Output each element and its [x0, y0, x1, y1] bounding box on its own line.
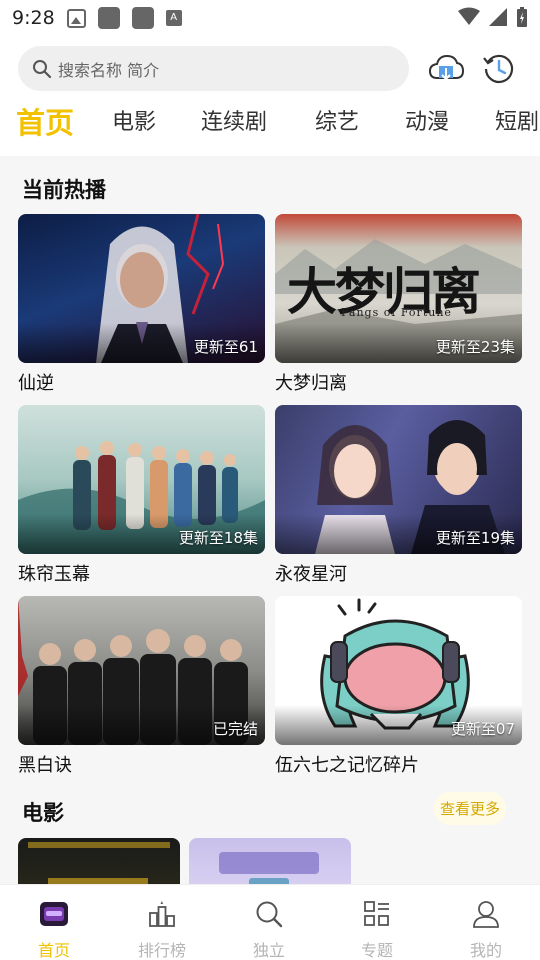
- video-card[interactable]: 大梦归离 Fangs of Fortune 更新至23集 大梦归离: [275, 214, 522, 395]
- movie-poster: [219, 852, 319, 884]
- nav-label: 专题: [360, 941, 393, 960]
- app-notification-icon-2: [131, 7, 154, 29]
- gallery-notification-icon: [66, 8, 86, 28]
- video-card[interactable]: 更新至18集 珠帘玉幕: [18, 405, 265, 586]
- app-notification-icon: [97, 7, 120, 29]
- search-icon: [33, 59, 52, 78]
- episode-badge: 更新至61: [193, 338, 258, 356]
- app-logo-icon: [40, 902, 68, 926]
- category-tabs: 首页 电影 连续剧 综艺 动漫 短剧: [0, 96, 540, 148]
- nav-mine[interactable]: 我的: [446, 899, 526, 960]
- status-time: 9:28: [12, 7, 55, 29]
- episode-badge: 更新至18集: [178, 529, 258, 547]
- user-icon: [473, 901, 499, 928]
- video-title: 永夜星河: [275, 564, 347, 585]
- wifi-icon: [458, 7, 480, 25]
- nav-topics[interactable]: 专题: [337, 899, 417, 960]
- movie-poster: [28, 842, 170, 884]
- ranking-icon: [149, 901, 175, 927]
- section-title-hot: 当前热播: [22, 178, 106, 202]
- video-title: 黑白诀: [18, 755, 72, 776]
- episode-badge: 更新至07: [450, 720, 515, 738]
- episode-badge: 更新至23集: [435, 338, 515, 356]
- status-badge: 已完结: [212, 720, 258, 738]
- tab-short-drama[interactable]: 短剧: [495, 104, 539, 136]
- movie-card[interactable]: [189, 838, 351, 884]
- video-poster: 大梦归离 Fangs of Fortune 更新至23集: [275, 214, 522, 363]
- video-poster: 更新至61: [18, 214, 265, 363]
- bottom-navigation: 首页 排行榜 独立 专题 我的: [0, 884, 540, 960]
- nav-ranking[interactable]: 排行榜: [122, 899, 202, 960]
- nav-label: 排行榜: [137, 941, 186, 960]
- search-icon: [256, 901, 283, 928]
- video-title: 珠帘玉幕: [18, 564, 90, 585]
- nav-label: 独立: [252, 941, 285, 960]
- search-placeholder: 搜索名称 简介: [58, 60, 160, 80]
- tab-home[interactable]: 首页: [16, 100, 74, 142]
- video-card[interactable]: 更新至07 伍六七之记忆碎片: [275, 596, 522, 777]
- video-poster: 更新至18集: [18, 405, 265, 554]
- tab-movie[interactable]: 电影: [112, 104, 156, 136]
- video-card[interactable]: 更新至61 仙逆: [18, 214, 265, 395]
- video-poster: 更新至07: [275, 596, 522, 745]
- video-title: 伍六七之记忆碎片: [275, 755, 419, 776]
- cloud-download-icon[interactable]: [428, 52, 464, 86]
- nav-label: 我的: [469, 941, 502, 960]
- video-title: 仙逆: [18, 373, 54, 394]
- video-card[interactable]: 已完结 黑白诀: [18, 596, 265, 777]
- video-card[interactable]: 更新至19集 永夜星河: [275, 405, 522, 586]
- nav-label: 首页: [37, 941, 70, 960]
- view-more-button[interactable]: 查看更多: [433, 792, 506, 825]
- tab-anime[interactable]: 动漫: [405, 104, 449, 136]
- video-poster: 已完结: [18, 596, 265, 745]
- grid-list-icon: [364, 901, 389, 926]
- tab-series[interactable]: 连续剧: [201, 104, 267, 136]
- status-bar: 9:28 A: [0, 0, 540, 36]
- video-poster: 更新至19集: [275, 405, 522, 554]
- tab-variety[interactable]: 综艺: [315, 104, 359, 136]
- signal-icon: [489, 8, 507, 26]
- home-content: 当前热播 更新至61 仙逆 大梦归离 Fangs of Fortune 更新至2…: [0, 156, 540, 884]
- a-notification-icon: A: [165, 10, 182, 26]
- search-input[interactable]: 搜索名称 简介: [18, 46, 409, 91]
- nav-independent[interactable]: 独立: [229, 899, 309, 960]
- episode-badge: 更新至19集: [435, 529, 515, 547]
- section-title-movies: 电影: [22, 801, 64, 825]
- nav-home[interactable]: 首页: [14, 899, 94, 960]
- battery-icon: [517, 7, 527, 27]
- video-title: 大梦归离: [275, 373, 347, 394]
- poster-subtitle: Fangs of Fortune: [341, 306, 452, 319]
- movie-card[interactable]: [18, 838, 180, 884]
- search-row: 搜索名称 简介: [0, 46, 540, 92]
- history-icon[interactable]: [482, 52, 516, 86]
